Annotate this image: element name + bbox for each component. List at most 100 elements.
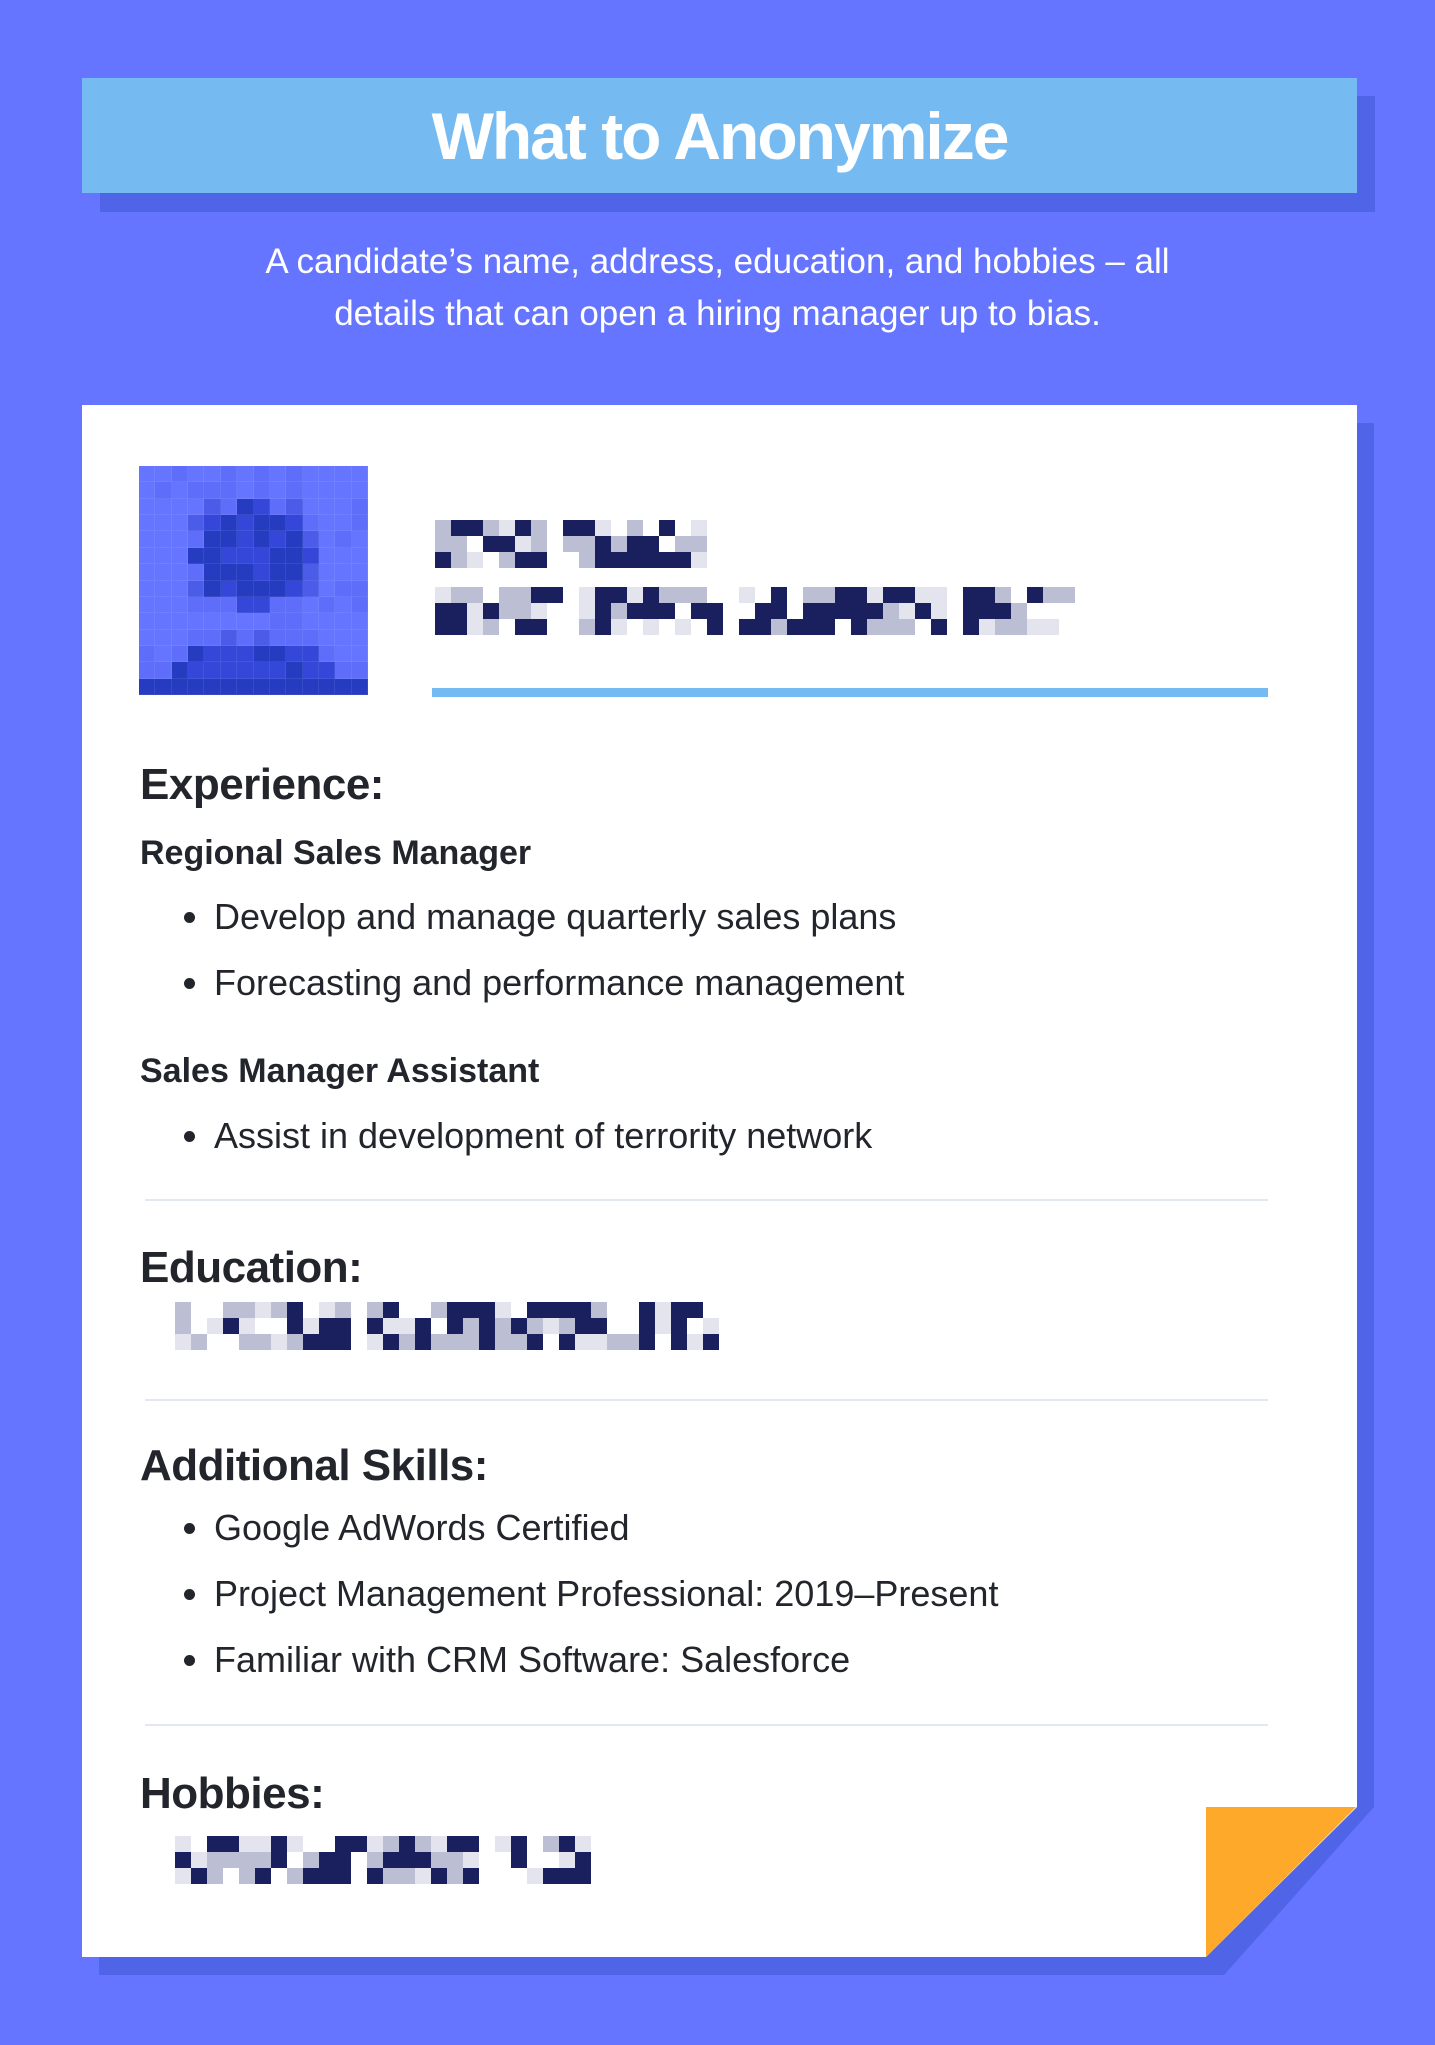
- avatar-pixel: [188, 482, 205, 499]
- redaction-pixel: [367, 1302, 383, 1318]
- avatar-pixel: [171, 466, 189, 483]
- avatar-pixel: [237, 678, 254, 695]
- redaction-pixel: [319, 1318, 335, 1334]
- redaction-pixel: [607, 1334, 623, 1350]
- redaction-pixel: [467, 619, 483, 635]
- avatar-pixel: [286, 629, 303, 646]
- subtitle: A candidate’s name, address, education, …: [150, 236, 1285, 340]
- subtitle-line-2: details that can open a hiring manager u…: [334, 294, 1101, 333]
- redaction-pixel: [899, 587, 915, 603]
- avatar-pixel: [155, 580, 172, 597]
- redaction-pixel: [223, 1836, 239, 1852]
- redaction-pixel: [579, 536, 595, 552]
- avatar-pixel: [286, 466, 303, 483]
- redaction-pixel: [435, 603, 451, 619]
- redaction-pixel: [559, 1868, 575, 1884]
- avatar-pixel: [286, 613, 303, 630]
- redaction-pixel: [627, 536, 643, 552]
- avatar-pixel: [269, 466, 287, 483]
- avatar-pixel: [318, 515, 336, 532]
- avatar-pixel: [188, 629, 205, 646]
- redaction-pixel: [687, 1334, 703, 1350]
- avatar-pixel: [351, 662, 368, 679]
- redaction-pixel: [755, 619, 771, 635]
- redaction-pixel: [367, 1868, 383, 1884]
- avatar-pixel: [139, 531, 156, 548]
- redaction-pixel: [623, 1334, 639, 1350]
- avatar-pixel: [171, 547, 189, 565]
- avatar-pixel: [302, 580, 319, 597]
- redaction-pixel: [175, 1334, 191, 1350]
- redaction-pixel: [575, 1852, 591, 1868]
- redaction-pixel: [563, 552, 579, 568]
- redaction-pixel: [835, 603, 851, 619]
- redaction-pixel: [479, 1318, 495, 1334]
- avatar-pixel: [253, 466, 270, 483]
- redaction-pixel: [675, 552, 691, 568]
- avatar-pixel: [351, 629, 368, 646]
- redaction-pixel: [527, 1868, 543, 1884]
- redaction-pixel: [351, 1334, 367, 1350]
- redaction-pixel: [271, 1334, 287, 1350]
- redaction-pixel: [255, 1302, 271, 1318]
- avatar-pixel: [318, 662, 336, 679]
- redaction-pixel: [543, 1318, 559, 1334]
- redaction-pixel: [495, 1836, 511, 1852]
- redaction-pixel: [883, 603, 899, 619]
- avatar-pixel: [351, 613, 368, 630]
- list-item: Develop and manage quarterly sales plans: [140, 899, 896, 935]
- redaction-pixel: [191, 1852, 207, 1868]
- avatar-pixel: [139, 678, 156, 695]
- avatar-pixel: [335, 482, 352, 499]
- avatar-pixel: [171, 678, 189, 695]
- redaction-pixel: [383, 1836, 399, 1852]
- redaction-pixel: [415, 1302, 431, 1318]
- redaction-pixel: [239, 1302, 255, 1318]
- avatar-pixel: [155, 596, 172, 614]
- avatar-pixel: [286, 564, 303, 581]
- redaction-pixel: [867, 603, 883, 619]
- redaction-pixel: [495, 1852, 511, 1868]
- redaction-pixel: [335, 1852, 351, 1868]
- redaction-pixel: [463, 1836, 479, 1852]
- redaction-pixel: [399, 1852, 415, 1868]
- redaction-pixel: [479, 1868, 495, 1884]
- redaction-pixel: [611, 587, 627, 603]
- avatar-pixel: [171, 564, 189, 581]
- redaction-pixel: [851, 619, 867, 635]
- redaction-pixel: [479, 1302, 495, 1318]
- avatar-pixel: [220, 596, 238, 614]
- redaction-pixel: [351, 1836, 367, 1852]
- bullet-icon: [184, 977, 195, 989]
- redaction-pixel: [223, 1318, 239, 1334]
- avatar-pixel: [188, 515, 205, 532]
- avatar-pixel: [335, 498, 352, 516]
- avatar-pixel: [188, 531, 205, 548]
- redaction-pixel: [947, 619, 963, 635]
- redaction-pixel: [771, 603, 787, 619]
- avatar-pixel: [155, 482, 172, 499]
- avatar-pixel: [269, 547, 287, 565]
- redaction-pixel: [207, 1836, 223, 1852]
- avatar-pixel: [302, 547, 319, 565]
- avatar-pixel: [237, 645, 254, 663]
- avatar-pixel: [188, 613, 205, 630]
- redaction-pixel: [431, 1318, 447, 1334]
- avatar-pixel: [286, 482, 303, 499]
- avatar-pixel: [286, 580, 303, 597]
- redaction-pixel: [319, 1852, 335, 1868]
- bullet-icon: [184, 911, 195, 923]
- redaction-pixel: [431, 1852, 447, 1868]
- redaction-pixel: [851, 603, 867, 619]
- redaction-pixel: [899, 603, 915, 619]
- avatar-pixel: [237, 498, 254, 516]
- redaction-pixel: [511, 1852, 527, 1868]
- avatar-pixel: [204, 580, 221, 597]
- redaction-pixel: [659, 587, 675, 603]
- redaction-pixel: [271, 1302, 287, 1318]
- redaction-pixel: [255, 1334, 271, 1350]
- avatar-pixel: [171, 515, 189, 532]
- redaction-pixel: [303, 1868, 319, 1884]
- redacted-hobbies: [175, 1836, 591, 1884]
- redaction-pixel: [435, 536, 451, 552]
